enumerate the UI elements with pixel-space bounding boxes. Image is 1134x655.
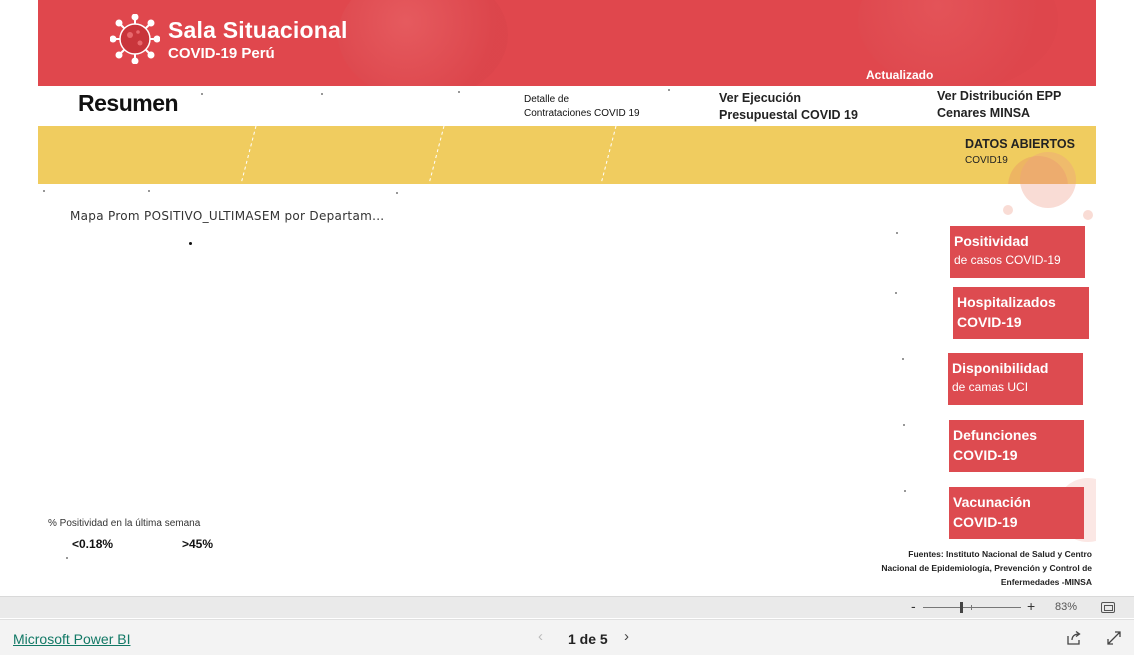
decor-dot bbox=[668, 89, 670, 91]
hospitalizados-button[interactable]: Hospitalizados COVID-19 bbox=[953, 287, 1089, 339]
page-title: Resumen bbox=[78, 90, 179, 116]
vacunacion-button-title: Vacunación bbox=[953, 494, 1031, 510]
fullscreen-icon[interactable] bbox=[1106, 630, 1122, 646]
map-point bbox=[189, 242, 192, 245]
fit-to-page-icon[interactable] bbox=[1101, 602, 1115, 613]
decor-dot bbox=[66, 557, 68, 559]
decor-dot bbox=[895, 292, 897, 294]
footer-bar: Microsoft Power BI ‹ 1 de 5 › bbox=[0, 619, 1134, 655]
ejecucion-link-line2: Presupuestal COVID 19 bbox=[719, 108, 858, 122]
zoom-bar: - + 83% bbox=[0, 596, 1134, 618]
updated-label: Actualizado bbox=[866, 68, 934, 82]
report-canvas: Sala Situacional COVID-19 Perú Actualiza… bbox=[38, 0, 1096, 594]
distribucion-link-line2: Cenares MINSA bbox=[937, 106, 1031, 120]
sources-line: Fuentes: Instituto Nacional de Salud y C… bbox=[908, 549, 1092, 559]
sources-note: Fuentes: Instituto Nacional de Salud y C… bbox=[858, 547, 1092, 589]
map-legend-title: % Positividad en la última semana bbox=[48, 518, 201, 529]
defunciones-button-sub: COVID-19 bbox=[953, 447, 1018, 463]
yellow-band bbox=[38, 126, 1096, 184]
brand-title: Sala Situacional bbox=[168, 17, 348, 43]
next-page-button[interactable]: › bbox=[624, 628, 629, 645]
decor-dot bbox=[458, 91, 460, 93]
positividad-button[interactable]: Positividad de casos COVID-19 bbox=[950, 226, 1085, 278]
disponibilidad-button-title: Disponibilidad bbox=[952, 360, 1049, 376]
page-indicator: 1 de 5 bbox=[568, 631, 608, 647]
share-icon[interactable] bbox=[1066, 630, 1082, 646]
zoom-in-button[interactable]: + bbox=[1027, 598, 1035, 614]
zoom-out-button[interactable]: - bbox=[911, 598, 916, 614]
vacunacion-button-sub: COVID-19 bbox=[953, 514, 1018, 530]
disponibilidad-uci-button[interactable]: Disponibilidad de camas UCI bbox=[948, 353, 1083, 405]
zoom-slider-handle[interactable] bbox=[960, 602, 963, 613]
decor-dot bbox=[43, 190, 45, 192]
defunciones-button[interactable]: Defunciones COVID-19 bbox=[949, 420, 1084, 472]
virus-decoration-icon bbox=[1003, 152, 1093, 220]
header-banner: Sala Situacional COVID-19 Perú Actualiza… bbox=[38, 0, 1096, 86]
previous-page-button[interactable]: ‹ bbox=[538, 628, 543, 645]
sources-line: Nacional de Epidemiología, Prevención y … bbox=[881, 563, 1092, 573]
map-legend-max: >45% bbox=[182, 537, 214, 551]
datos-abiertos-link[interactable]: DATOS ABIERTOS bbox=[965, 137, 1075, 151]
coronavirus-logo-icon bbox=[110, 14, 160, 64]
powerbi-report-viewer: Sala Situacional COVID-19 Perú Actualiza… bbox=[0, 0, 1134, 655]
decor-dot bbox=[148, 190, 150, 192]
decor-dot bbox=[904, 490, 906, 492]
contrataciones-link[interactable]: Detalle de Contrataciones COVID 19 bbox=[524, 93, 640, 121]
brand-subtitle: COVID-19 Perú bbox=[168, 45, 275, 62]
ejecucion-presupuestal-link[interactable]: Ver Ejecución Presupuestal COVID 19 bbox=[719, 90, 858, 124]
disponibilidad-button-sub: de camas UCI bbox=[952, 380, 1029, 394]
decor-dot bbox=[321, 93, 323, 95]
ejecucion-link-line1: Ver Ejecución bbox=[719, 91, 801, 105]
virus-background-icon bbox=[338, 0, 508, 86]
decor-dot bbox=[896, 232, 898, 234]
distribucion-epp-link[interactable]: Ver Distribución EPP Cenares MINSA bbox=[937, 88, 1061, 122]
decor-dot bbox=[902, 358, 904, 360]
zoom-slider-tick bbox=[971, 605, 972, 610]
contrataciones-link-line1: Detalle de bbox=[524, 94, 570, 105]
distribucion-link-line1: Ver Distribución EPP bbox=[937, 89, 1062, 103]
sources-line: Enfermedades -MINSA bbox=[1000, 577, 1092, 587]
contrataciones-link-line2: Contrataciones COVID 19 bbox=[524, 108, 640, 119]
decor-dot bbox=[201, 93, 203, 95]
map-legend-min: <0.18% bbox=[72, 537, 114, 551]
band-dividers bbox=[240, 126, 1068, 184]
decor-dot bbox=[903, 424, 905, 426]
hospitalizados-button-title: Hospitalizados bbox=[957, 294, 1056, 310]
zoom-level: 83% bbox=[1055, 601, 1078, 613]
positividad-button-title: Positividad bbox=[954, 233, 1029, 249]
positividad-button-sub: de casos COVID-19 bbox=[954, 253, 1061, 267]
hospitalizados-button-sub: COVID-19 bbox=[957, 314, 1022, 330]
zoom-slider-track[interactable] bbox=[923, 607, 1021, 608]
decor-dot bbox=[396, 192, 398, 194]
map-title: Mapa Prom POSITIVO_ULTIMASEM por Departa… bbox=[70, 209, 385, 223]
defunciones-button-title: Defunciones bbox=[953, 427, 1038, 443]
vacunacion-button[interactable]: Vacunación COVID-19 bbox=[949, 487, 1084, 539]
powerbi-link[interactable]: Microsoft Power BI bbox=[13, 631, 130, 647]
